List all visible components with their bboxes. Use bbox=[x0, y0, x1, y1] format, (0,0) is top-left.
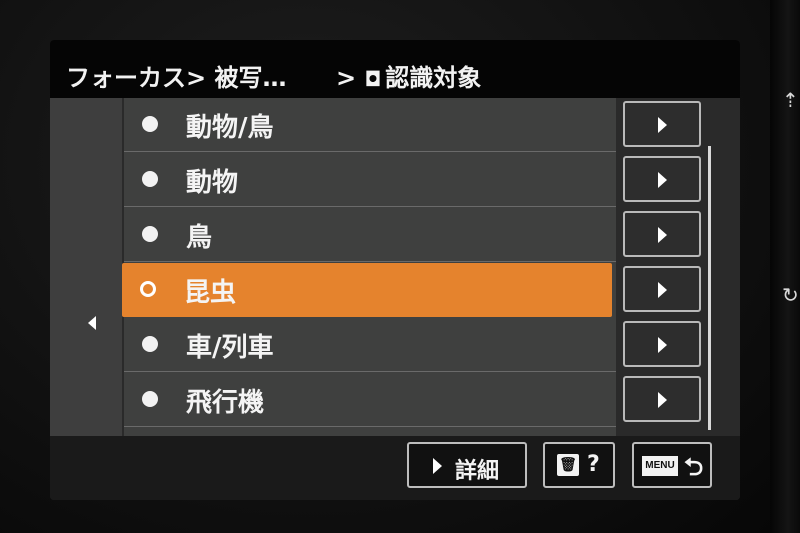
option-animal-bird[interactable]: 動物/鳥 bbox=[124, 98, 616, 152]
option-label: 飛行機 bbox=[186, 388, 265, 418]
camera-screen: フォーカス> 被写… > ◘ 認識対象 動物/鳥 動物 鳥 昆虫 車/列車 飛行機 bbox=[50, 40, 740, 500]
option-insect[interactable]: 昆虫 bbox=[122, 263, 612, 317]
camera-side-rail bbox=[770, 0, 800, 533]
menu-return-button[interactable]: MENU ⮌ bbox=[632, 442, 712, 488]
option-animal[interactable]: 動物 bbox=[124, 153, 616, 207]
help-button[interactable]: 🗑 ? bbox=[543, 442, 615, 488]
option-list: 動物/鳥 動物 鳥 昆虫 車/列車 飛行機 bbox=[122, 98, 616, 436]
help-label: ? bbox=[587, 452, 600, 477]
submenu-button-insect[interactable] bbox=[623, 266, 701, 312]
right-triangle-icon bbox=[658, 282, 667, 298]
radio-icon bbox=[142, 336, 158, 352]
subject-recognition-icon: ◘ bbox=[364, 67, 382, 91]
radio-icon bbox=[142, 391, 158, 407]
radio-icon bbox=[142, 226, 158, 242]
trash-icon: 🗑 bbox=[557, 454, 579, 476]
submenu-button-airplane[interactable] bbox=[623, 376, 701, 422]
right-triangle-icon bbox=[658, 227, 667, 243]
return-arrow-icon: ⮌ bbox=[684, 453, 704, 481]
radio-icon bbox=[142, 171, 158, 187]
submenu-button-animal-bird[interactable] bbox=[623, 101, 701, 147]
menu-title-bar: フォーカス> 被写… > ◘ 認識対象 bbox=[50, 40, 740, 98]
menu-label: MENU bbox=[642, 456, 678, 476]
option-airplane[interactable]: 飛行機 bbox=[124, 373, 616, 427]
page-title: 認識対象 bbox=[385, 64, 482, 92]
breadcrumb-focus: フォーカス> 被写… bbox=[66, 64, 287, 92]
detail-button[interactable]: 詳細 bbox=[407, 442, 527, 488]
option-label: 動物/鳥 bbox=[186, 113, 274, 143]
scrollbar[interactable] bbox=[708, 146, 711, 430]
submenu-button-bird[interactable] bbox=[623, 211, 701, 257]
radio-icon bbox=[142, 116, 158, 132]
right-triangle-icon bbox=[658, 337, 667, 353]
right-triangle-icon bbox=[433, 458, 442, 474]
option-label: 鳥 bbox=[186, 223, 213, 253]
option-label: 昆虫 bbox=[184, 278, 237, 308]
option-bird[interactable]: 鳥 bbox=[124, 208, 616, 262]
menu-sidebar bbox=[50, 98, 122, 436]
breadcrumb-separator: > bbox=[336, 64, 365, 92]
breadcrumb-recognition-target: > ◘ 認識対象 bbox=[336, 58, 481, 93]
radio-selected-icon bbox=[140, 281, 156, 297]
bottom-bar: 詳細 🗑 ? MENU ⮌ bbox=[50, 436, 740, 500]
option-label: 車/列車 bbox=[186, 333, 274, 363]
rail-fn-icon: ⇡ bbox=[782, 88, 799, 112]
right-triangle-icon bbox=[658, 172, 667, 188]
right-triangle-icon bbox=[658, 392, 667, 408]
option-label: 動物 bbox=[186, 168, 239, 198]
right-triangle-icon bbox=[658, 117, 667, 133]
submenu-button-car-train[interactable] bbox=[623, 321, 701, 367]
left-triangle-icon[interactable] bbox=[88, 316, 96, 330]
detail-label: 詳細 bbox=[455, 459, 500, 484]
rail-power-icon: ↻ bbox=[782, 283, 799, 307]
submenu-button-animal[interactable] bbox=[623, 156, 701, 202]
option-car-train[interactable]: 車/列車 bbox=[124, 318, 616, 372]
